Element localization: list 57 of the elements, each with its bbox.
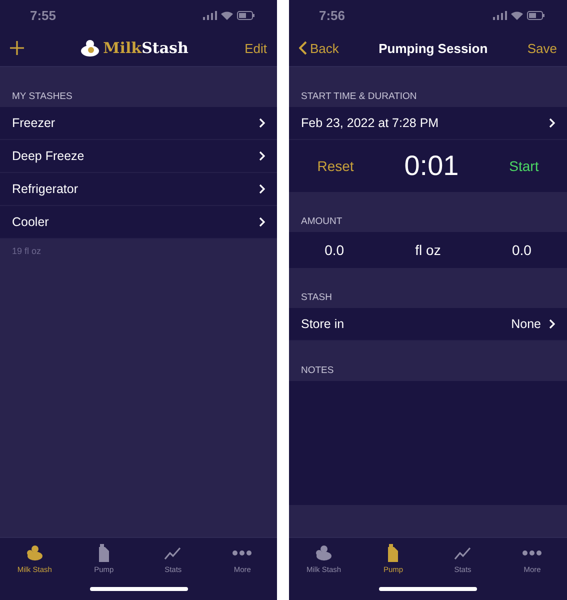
timer-display: 0:01 xyxy=(404,150,459,182)
status-time: 7:56 xyxy=(319,8,346,22)
add-button[interactable] xyxy=(10,41,24,55)
row-label: Freezer xyxy=(12,116,56,130)
list-row[interactable]: Store in None xyxy=(289,308,567,341)
row-label: Feb 23, 2022 at 7:28 PM xyxy=(301,116,439,130)
plus-icon xyxy=(10,41,24,55)
wifi-icon xyxy=(221,10,233,20)
notes-field[interactable] xyxy=(289,381,567,505)
chevron-icon xyxy=(259,151,265,161)
amount-value[interactable]: 0.0 xyxy=(324,242,344,258)
signal-icon xyxy=(203,10,217,20)
bottle-icon xyxy=(386,544,400,562)
wifi-icon xyxy=(511,10,523,20)
unit-label: fl oz xyxy=(415,242,441,258)
reset-button[interactable]: Reset xyxy=(311,157,360,175)
chevron-icon xyxy=(549,319,555,329)
section-header: START TIME & DURATION xyxy=(300,90,418,104)
section-header: AMOUNT xyxy=(300,215,344,229)
list-row[interactable]: Deep Freeze xyxy=(0,140,277,173)
list-row[interactable]: Cooler xyxy=(0,206,277,239)
chevron-icon xyxy=(259,184,265,194)
chevron-icon xyxy=(549,118,555,128)
app-logo-text: MilkStash xyxy=(103,39,188,57)
chart-line-icon xyxy=(164,546,182,560)
chevron-icon xyxy=(259,118,265,128)
amount-value[interactable]: 0.0 xyxy=(512,242,532,258)
section-footer: 19 fl oz xyxy=(0,239,277,263)
row-label: Refrigerator xyxy=(12,182,78,196)
cloud-icon xyxy=(314,545,333,561)
more-icon xyxy=(522,550,542,556)
status-time: 7:55 xyxy=(30,8,56,22)
battery-icon xyxy=(527,10,545,20)
signal-icon xyxy=(493,10,507,20)
list-row[interactable]: Feb 23, 2022 at 7:28 PM xyxy=(289,107,567,140)
cloud-logo-icon xyxy=(80,39,100,57)
start-button[interactable]: Start xyxy=(503,157,545,175)
screen-title: Pumping Session xyxy=(378,40,488,56)
row-label: Store in xyxy=(301,317,344,331)
battery-icon xyxy=(237,10,255,20)
chart-line-icon xyxy=(454,546,472,560)
list-row[interactable]: Freezer xyxy=(0,107,277,140)
row-value: None xyxy=(511,317,541,331)
row-label: Deep Freeze xyxy=(12,149,84,163)
list-row[interactable]: Refrigerator xyxy=(0,173,277,206)
back-button[interactable]: Back xyxy=(299,40,339,56)
more-icon xyxy=(232,550,252,556)
chevron-left-icon xyxy=(299,41,307,55)
section-header: MY STASHES xyxy=(11,90,74,104)
bottle-icon xyxy=(96,544,111,562)
nav-action-button[interactable]: Edit xyxy=(244,40,267,56)
nav-action-button[interactable]: Save xyxy=(527,40,557,56)
cloud-icon xyxy=(26,545,44,561)
chevron-icon xyxy=(259,217,265,227)
section-header: NOTES xyxy=(300,364,335,378)
section-header: STASH xyxy=(300,291,333,305)
row-label: Cooler xyxy=(12,215,49,229)
